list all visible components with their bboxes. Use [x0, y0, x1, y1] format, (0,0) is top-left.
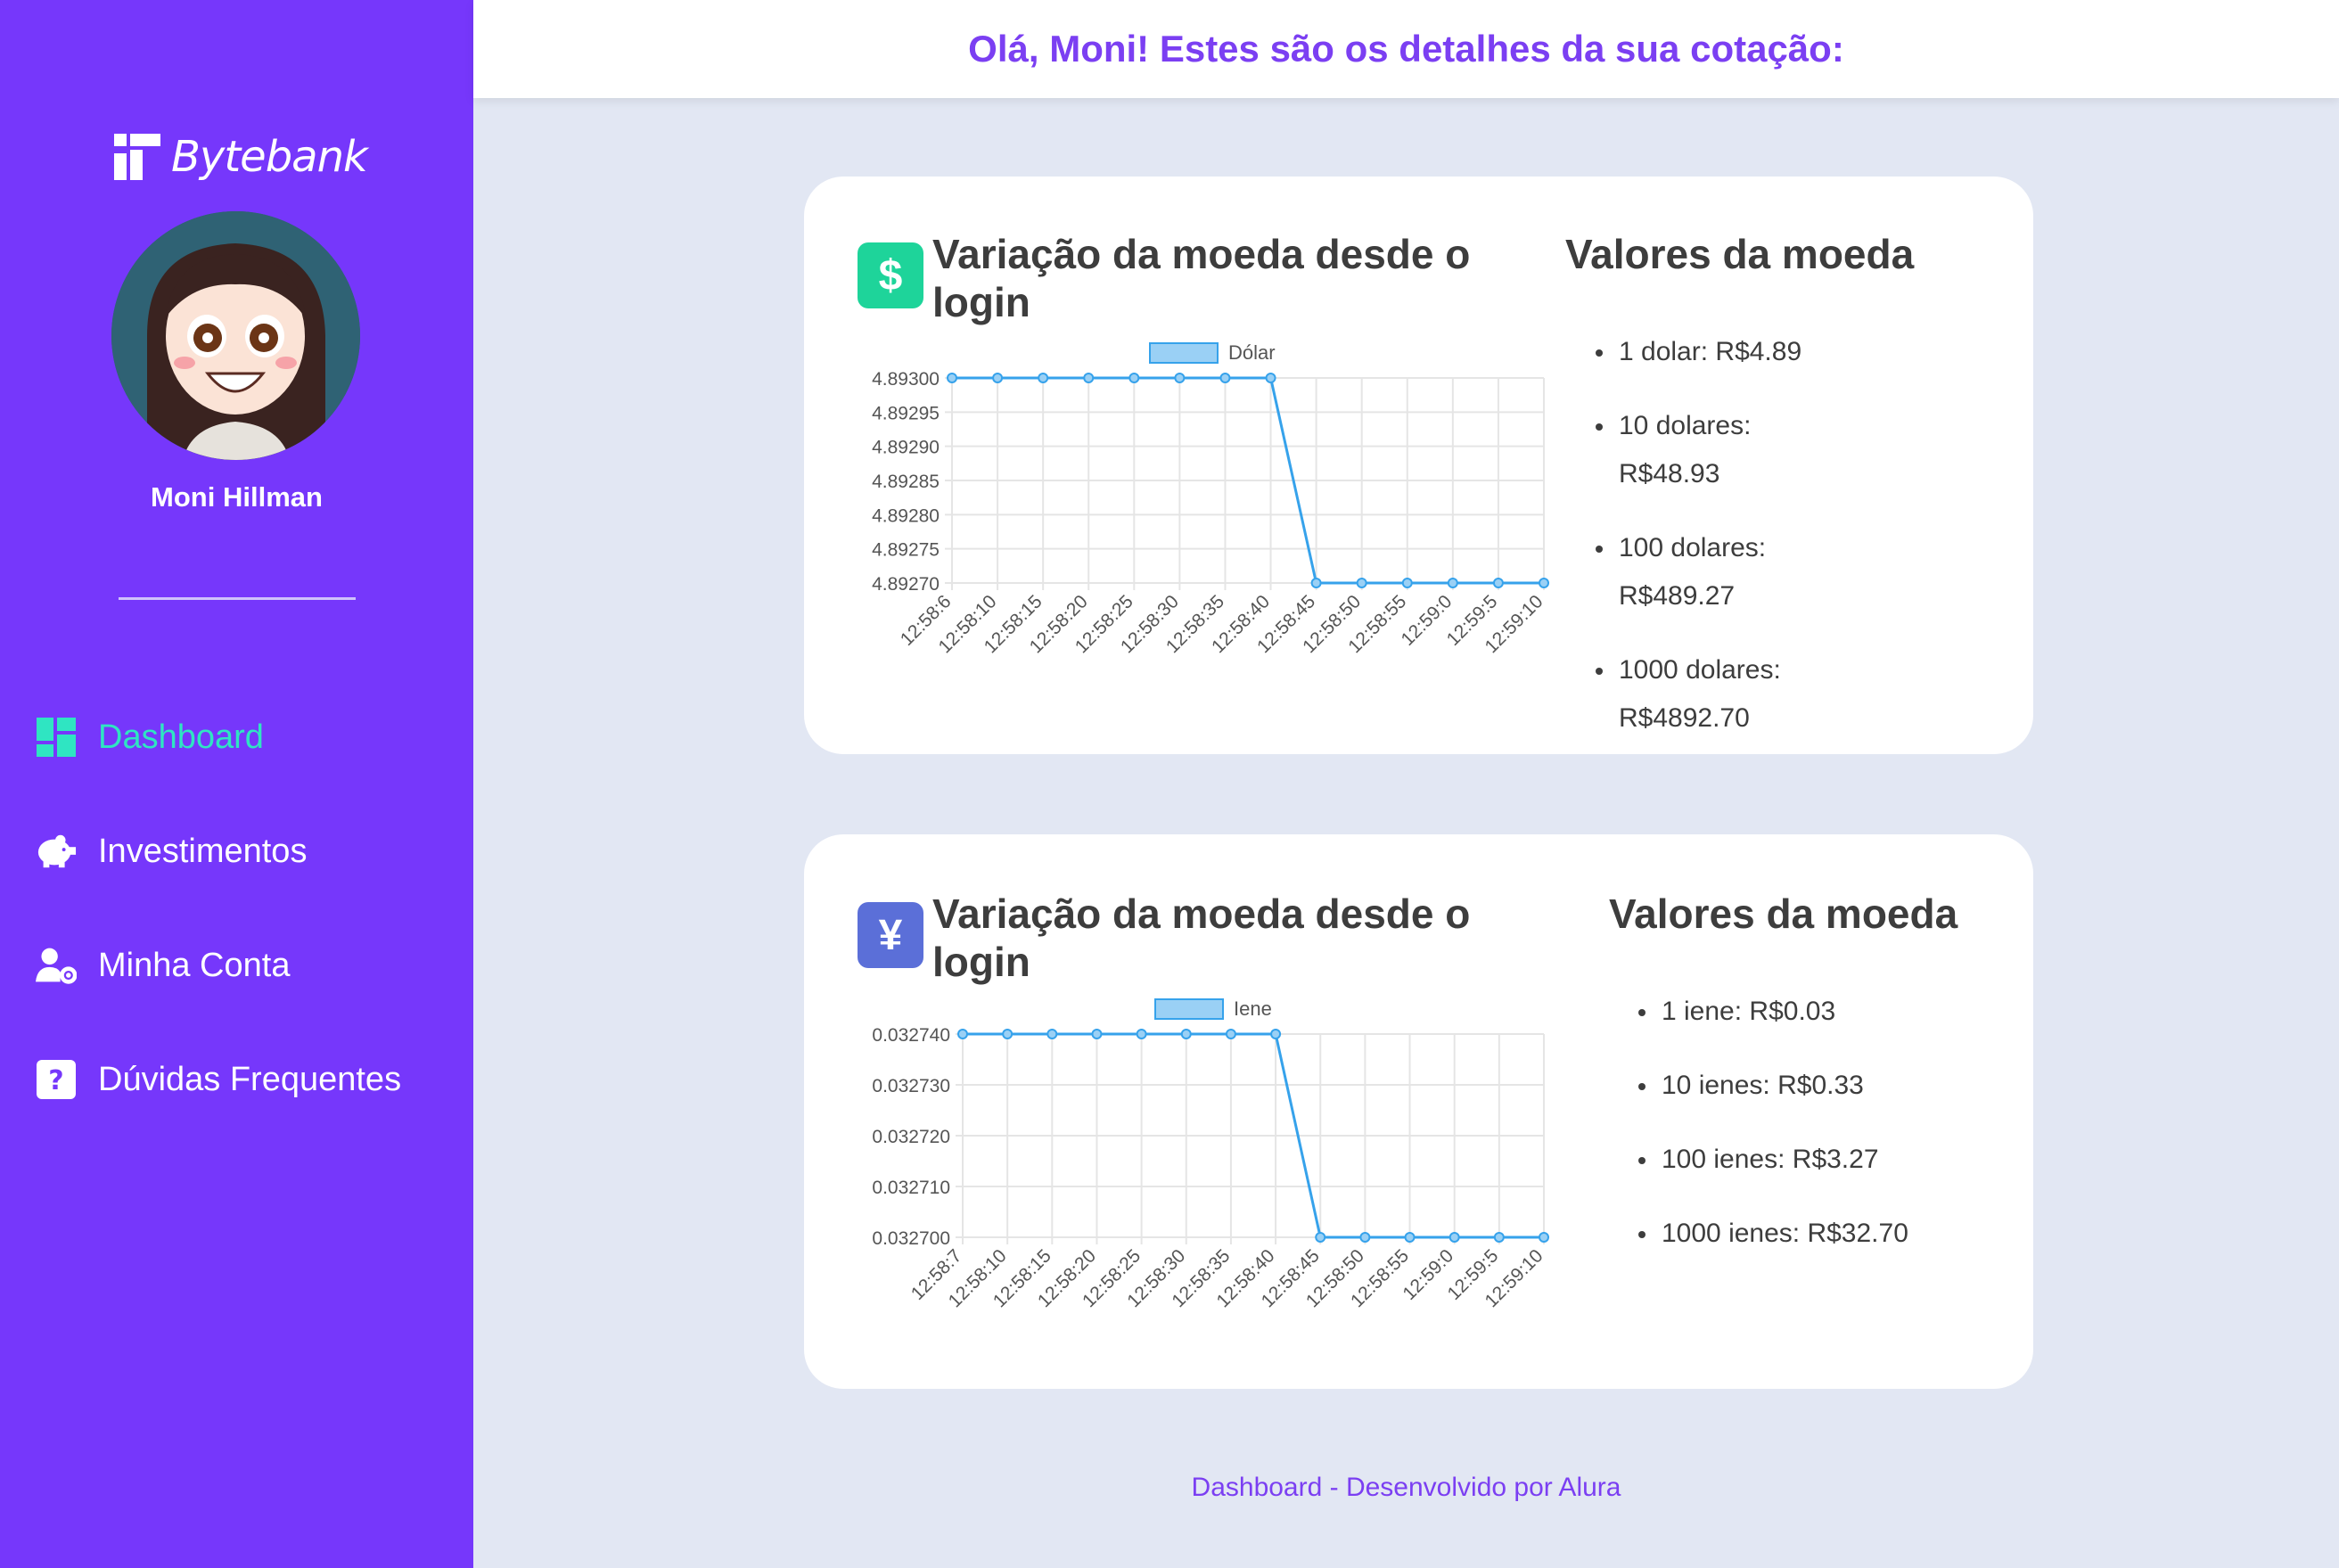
data-point: [1492, 578, 1504, 588]
y-tick-label: 4.89295: [872, 403, 940, 423]
y-tick-label: 0.032710: [872, 1178, 950, 1198]
data-point: [1180, 1029, 1192, 1039]
y-tick-label: 4.89280: [872, 505, 940, 526]
data-point: [1136, 1029, 1147, 1039]
sidebar-item-label: Minha Conta: [98, 946, 291, 984]
footer-text: Dashboard - Desenvolvido por Alura: [1191, 1473, 1621, 1502]
value-item: 1 iene: R$0.03: [1638, 988, 1959, 1036]
values-list: 1 dolar: R$4.89 10 dolares: R$48.93 100 …: [1596, 328, 1827, 768]
sidebar-item-label: Dashboard: [98, 718, 264, 756]
data-point: [1404, 1232, 1416, 1243]
legend-swatch: [1154, 998, 1224, 1020]
data-point: [1401, 578, 1413, 588]
sidebar-item-label: Investimentos: [98, 832, 308, 870]
avatar: [111, 211, 360, 460]
data-point: [947, 373, 957, 383]
data-point: [1315, 1232, 1326, 1243]
exchange-chart-dolar: 4.89300 4.89295 4.89290 4.89285 4.89280 4.892…: [872, 341, 1549, 657]
data-point: [1225, 1029, 1236, 1039]
data-point: [1310, 578, 1322, 588]
dashboard-icon: [36, 717, 77, 758]
y-tick-label: 0.032730: [872, 1076, 950, 1096]
bytebank-logo-icon: [114, 134, 160, 180]
value-item: 100 dolares: R$489.27: [1596, 524, 1827, 620]
value-item: 1 dolar: R$4.89: [1596, 328, 1827, 376]
user-gear-icon: [36, 945, 77, 986]
data-point: [957, 1029, 968, 1039]
page-title: Olá, Moni! Estes são os detalhes da sua …: [968, 28, 1844, 70]
values-list: 1 iene: R$0.03 10 ienes: R$0.33 100 iene…: [1638, 988, 1959, 1284]
y-tick-label: 4.89285: [872, 472, 940, 492]
data-point: [1038, 373, 1049, 383]
values-title: Valores da moeda: [1565, 231, 1915, 277]
y-tick-label: 4.89275: [872, 540, 940, 561]
legend-label: Iene: [1234, 997, 1272, 1020]
svg-text:?: ?: [48, 1065, 63, 1096]
y-tick-label: 0.032740: [872, 1025, 950, 1046]
data-point: [1270, 1029, 1282, 1039]
user-name: Moni Hillman: [151, 481, 323, 513]
sidebar-item-dashboard[interactable]: Dashboard: [36, 710, 264, 764]
data-point: [1128, 373, 1140, 383]
y-tick-label: 0.032700: [872, 1228, 950, 1249]
y-tick-label: 0.032720: [872, 1127, 950, 1147]
data-point: [1083, 373, 1095, 383]
data-point: [1265, 373, 1276, 383]
value-item: 1000 ienes: R$32.70: [1638, 1210, 1959, 1258]
brand-logo[interactable]: Bytebank: [114, 129, 368, 185]
value-item: 1000 dolares: R$4892.70: [1596, 646, 1827, 743]
value-item: 100 ienes: R$3.27: [1638, 1136, 1959, 1184]
sidebar-item-duvidas-frequentes[interactable]: ? Dúvidas Frequentes: [36, 1053, 401, 1106]
value-item: 10 dolares: R$48.93: [1596, 402, 1827, 498]
piggy-bank-icon: [36, 831, 77, 872]
data-point: [1447, 578, 1458, 588]
data-point: [992, 373, 1004, 383]
y-tick-label: 4.89300: [872, 369, 940, 390]
y-tick-label: 4.89290: [872, 438, 940, 458]
values-title: Valores da moeda: [1609, 891, 1958, 937]
currency-card-dolar: $ Variação da moeda desde o login Valore…: [804, 177, 2033, 754]
data-point: [1356, 578, 1367, 588]
sidebar-item-label: Dúvidas Frequentes: [98, 1060, 402, 1098]
brand-name: Bytebank: [171, 132, 368, 182]
sidebar-divider: [119, 597, 356, 600]
data-point: [1046, 1029, 1058, 1039]
legend-label: Dólar: [1228, 341, 1276, 364]
sidebar-item-minha-conta[interactable]: Minha Conta: [36, 939, 290, 992]
exchange-chart-iene: 0.032740 0.032730 0.032720 0.032710 0.032700…: [872, 997, 1549, 1311]
data-point: [1359, 1232, 1371, 1243]
legend-swatch: [1149, 342, 1219, 364]
currency-card-iene: ¥ Variação da moeda desde o login Valore…: [804, 834, 2033, 1389]
data-point: [1449, 1232, 1460, 1243]
sidebar: Bytebank Moni Hillman Dashboard Investim…: [0, 0, 473, 1568]
data-point: [1493, 1232, 1505, 1243]
y-tick-label: 4.89270: [872, 574, 940, 595]
question-icon: ?: [36, 1059, 77, 1100]
data-point: [1219, 373, 1231, 383]
sidebar-item-investimentos[interactable]: Investimentos: [36, 825, 307, 878]
value-item: 10 ienes: R$0.33: [1638, 1062, 1959, 1110]
page-header: Olá, Moni! Estes são os detalhes da sua …: [473, 0, 2339, 98]
data-point: [1002, 1029, 1014, 1039]
data-point: [1539, 578, 1549, 588]
data-point: [1174, 373, 1186, 383]
data-point: [1091, 1029, 1103, 1039]
data-point: [1539, 1232, 1549, 1243]
x-tick-label: 12:59:0: [1398, 591, 1457, 650]
